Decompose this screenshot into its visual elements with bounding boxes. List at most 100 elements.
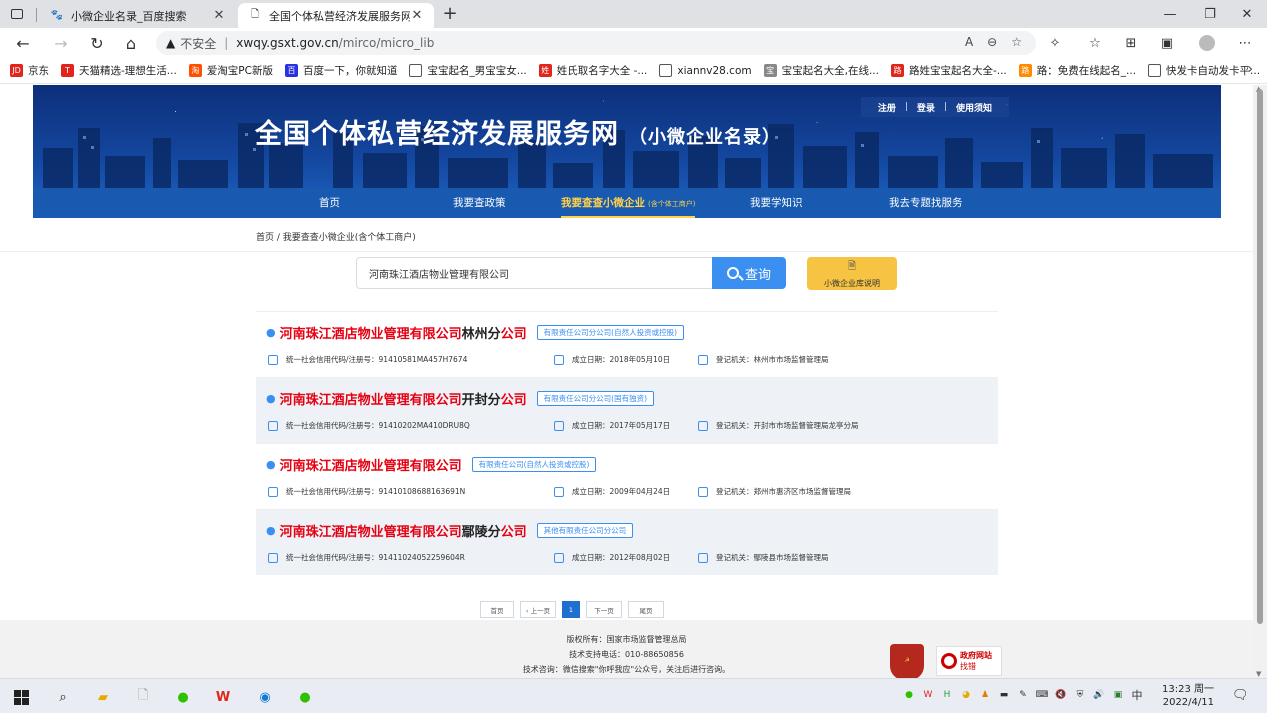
scroll-down-icon[interactable]: ▼ — [1256, 670, 1261, 678]
company-name-link[interactable]: ● 河南珠江酒店物业管理有限公司 鄢陵分 公司 其他有限责任公司分公司 — [266, 521, 634, 540]
monitor-icon[interactable]: ▣ — [1111, 688, 1125, 702]
document-icon[interactable]: 🗋 — [132, 686, 154, 708]
screenshot-icon[interactable]: ▣ — [1156, 32, 1178, 54]
h-tray-icon[interactable]: H — [940, 688, 954, 702]
bookmarks-overflow-icon[interactable]: › — [1248, 62, 1253, 77]
bookmark-item[interactable]: 姓姓氏取名字大全 -... — [538, 63, 647, 78]
wps-icon[interactable]: W — [212, 686, 234, 708]
notification-icon[interactable]: 🗨 — [1232, 688, 1249, 703]
forward-arrow-icon[interactable]: → — [50, 32, 72, 54]
wechat-icon[interactable]: ● — [294, 686, 316, 708]
wechat-tray-icon[interactable]: ● — [902, 688, 916, 702]
refresh-icon[interactable]: ↻ — [86, 32, 108, 54]
pen-icon[interactable]: ✎ — [1016, 688, 1030, 702]
bookmark-label: 路：免费在线起名_... — [1036, 65, 1137, 77]
windows-taskbar: ⌕ ▰ 🗋 ● W ◉ ● ● W H ◕ ♟ ▬ ✎ ⌨ 🔇 ⛨ 🔊 ▣ 中 … — [0, 678, 1267, 713]
footer-copyright: 版权所有：国家市场监督管理总局 — [566, 635, 687, 644]
name-highlight: 河南珠江酒店物业管理有限公司 — [279, 459, 462, 474]
credit-code-text: 统一社会信用代码/注册号：91410108688163691N — [286, 487, 466, 496]
tab-baidu-search[interactable]: 🐾 小微企业名录_百度搜索 ✕ — [40, 3, 236, 28]
close-window-button[interactable]: ✕ — [1227, 0, 1267, 28]
tab-service-site[interactable]: 🗋 全国个体私营经济发展服务网 ✕ — [238, 3, 434, 28]
party-emblem-icon[interactable]: ☭ — [890, 644, 924, 678]
nav-services[interactable]: 我去专题找服务 — [889, 188, 963, 218]
more-menu-icon[interactable]: ⋯ — [1234, 32, 1256, 54]
bookmark-item[interactable]: 淘爱淘宝PC新版 — [188, 63, 273, 78]
page-current[interactable]: 1 — [562, 601, 580, 618]
bookmark-label: 路姓宝宝起名大全-... — [908, 65, 1007, 77]
results-list: ● 河南珠江酒店物业管理有限公司 林州分 公司 有限责任公司分公司(自然人投资或控股) 统… — [256, 311, 998, 575]
nav-micro-enterprise[interactable]: 我要查查小微企业 (含个体工商户) — [561, 188, 696, 218]
system-tray: ● W H ◕ ♟ ▬ ✎ ⌨ 🔇 ⛨ 🔊 ▣ 中 — [902, 688, 1144, 702]
file-explorer-icon[interactable]: ▰ — [92, 686, 114, 708]
bookmark-item[interactable]: 百百度一下，你就知道 — [284, 63, 397, 78]
nav-knowledge[interactable]: 我要学知识 — [750, 188, 803, 218]
page-scrollbar[interactable]: ▲ ▼ — [1253, 85, 1267, 678]
favorites-icon[interactable]: ☆ — [1084, 32, 1106, 54]
home-icon[interactable]: ⌂ — [120, 32, 142, 54]
address-bar[interactable]: ▲ 不安全 | xwqy.gsxt.gov.cn /mirco/micro_li… — [156, 31, 1036, 55]
gov-site-error-badge[interactable]: 政府网站 找错 — [936, 646, 1002, 676]
app-tray-icon[interactable]: ◕ — [959, 688, 973, 702]
ime-indicator[interactable]: 中 — [1130, 688, 1144, 702]
search-button[interactable]: 查询 — [712, 257, 786, 289]
login-link[interactable]: 登录 — [910, 101, 942, 114]
scrollbar-thumb[interactable] — [1257, 89, 1263, 624]
bookmark-item[interactable]: T 天猫精选-理想生活... — [61, 63, 177, 78]
search-input[interactable]: 河南珠江酒店物业管理有限公司 — [356, 257, 712, 289]
bookmark-item[interactable]: 路路：免费在线起名_... — [1018, 63, 1137, 78]
minimize-button[interactable]: — — [1150, 0, 1190, 28]
bookmark-item[interactable]: xiannv28.com — [659, 64, 752, 77]
new-tab-button[interactable]: + — [440, 3, 460, 25]
wechat-icon[interactable]: ● — [172, 686, 194, 708]
search-icon[interactable]: ⌕ — [52, 686, 74, 708]
bookmark-item[interactable]: JD 京东 — [10, 63, 49, 78]
company-name-link[interactable]: ● 河南珠江酒店物业管理有限公司 林州分 公司 有限责任公司分公司(自然人投资或控股) — [266, 323, 685, 342]
extensions-icon[interactable]: ✧ — [1044, 32, 1066, 54]
shield-icon[interactable]: ⛨ — [1073, 688, 1087, 702]
result-row: ● 河南珠江酒店物业管理有限公司 鄢陵分 公司 其他有限责任公司分公司 统一社会信用代码/… — [256, 509, 998, 575]
bookmark-item[interactable]: 路路姓宝宝起名大全-... — [890, 63, 1007, 78]
nav-policy[interactable]: 我要查政策 — [453, 188, 506, 218]
collections-icon[interactable]: ⊞ — [1120, 32, 1142, 54]
wps-tray-icon[interactable]: W — [921, 688, 935, 702]
volume-icon[interactable]: 🔊 — [1092, 688, 1106, 702]
restore-button[interactable]: ❐ — [1190, 0, 1230, 28]
user-tray-icon[interactable]: ♟ — [978, 688, 992, 702]
register-link[interactable]: 注册 — [871, 101, 903, 114]
book-icon — [268, 420, 278, 431]
result-row: ● 河南珠江酒店物业管理有限公司 有限责任公司(自然人投资或控股) 统一社会信用代码/… — [256, 443, 998, 509]
page-next-button[interactable]: 下一页 — [586, 601, 622, 618]
edge-browser-icon[interactable]: ◉ — [254, 686, 276, 708]
name-highlight: 河南珠江酒店物业管理有限公司 — [279, 327, 462, 342]
page-prev-button[interactable]: ‹ 上一页 — [520, 601, 556, 618]
read-aloud-icon[interactable]: A — [965, 35, 973, 49]
windows-start-icon[interactable] — [10, 686, 32, 708]
favorite-star-icon[interactable]: ☆ — [1011, 35, 1022, 49]
battery-icon[interactable]: ▬ — [997, 688, 1011, 702]
tab-actions-icon[interactable] — [8, 5, 26, 23]
page-first-button[interactable]: 首页 — [480, 601, 514, 618]
bookmark-item[interactable]: 宝宝宝起名大全,在线... — [763, 63, 879, 78]
nav-home[interactable]: 首页 — [319, 188, 340, 218]
nav-micro-enterprise-label: 我要查查小微企业 — [561, 197, 645, 209]
bookmark-item[interactable]: 快发卡自动发卡平... — [1148, 63, 1260, 78]
company-name-link[interactable]: ● 河南珠江酒店物业管理有限公司 开封分 公司 有限责任公司分公司(国有独资) — [266, 389, 655, 408]
usage-notice-link[interactable]: 使用须知 — [949, 101, 999, 114]
company-name-link[interactable]: ● 河南珠江酒店物业管理有限公司 有限责任公司(自然人投资或控股) — [266, 455, 597, 474]
keyboard-icon[interactable]: ⌨ — [1035, 688, 1049, 702]
profile-avatar-icon[interactable] — [1196, 32, 1218, 54]
page-icon: 🗋 — [250, 9, 260, 20]
founding-date: 成立日期：2009年04月24日 — [554, 486, 670, 497]
page-last-button[interactable]: 尾页 — [628, 601, 664, 618]
site-title-main: 全国个体私营经济发展服务网 — [255, 119, 619, 150]
bookmark-item[interactable]: 宝宝起名_男宝宝女... — [409, 63, 527, 78]
back-arrow-icon[interactable]: ← — [12, 32, 34, 54]
close-tab-icon[interactable]: ✕ — [410, 8, 424, 23]
library-info-button[interactable]: 🗎 小微企业库说明 — [807, 257, 897, 290]
speaker-muted-icon[interactable]: 🔇 — [1054, 688, 1068, 702]
zoom-icon[interactable]: ⊖ — [987, 35, 997, 49]
taskbar-clock[interactable]: 13:23 周一 2022/4/11 — [1162, 683, 1214, 709]
registration-authority: 登记机关：鄢陵县市场监督管理局 — [698, 552, 829, 563]
close-tab-icon[interactable]: ✕ — [212, 8, 226, 23]
